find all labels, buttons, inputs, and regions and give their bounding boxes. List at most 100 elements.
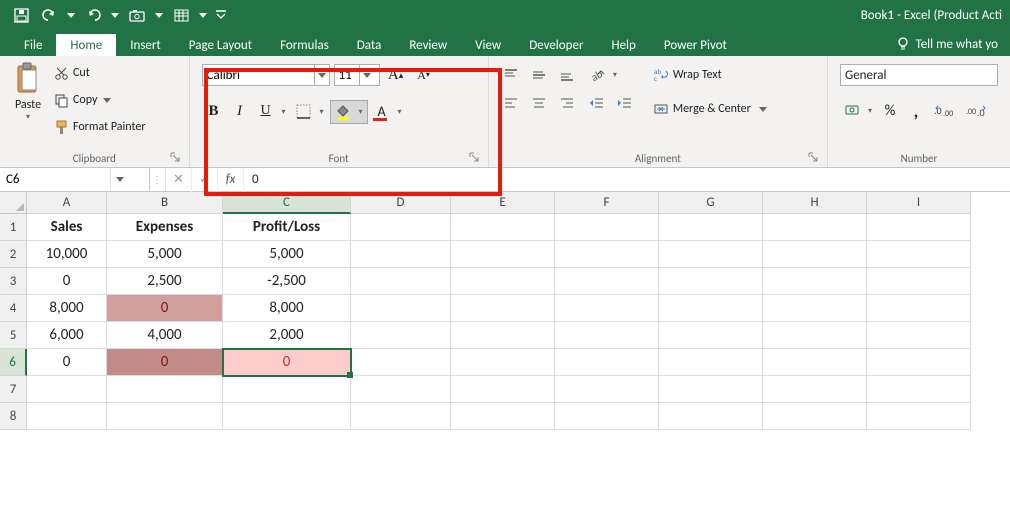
paste-button[interactable]: Paste ▾ xyxy=(6,60,50,138)
cell[interactable] xyxy=(351,295,451,322)
cell[interactable]: 8,000 xyxy=(223,295,351,322)
cell[interactable]: Profit/Loss xyxy=(223,214,351,241)
cell[interactable] xyxy=(659,268,763,295)
cell[interactable] xyxy=(451,403,555,430)
cell[interactable]: 0 xyxy=(27,349,107,376)
row-header[interactable]: 1 xyxy=(0,214,27,241)
align-bottom-icon[interactable] xyxy=(555,64,579,86)
cell[interactable] xyxy=(451,295,555,322)
row-header[interactable]: 7 xyxy=(0,376,27,403)
align-right-icon[interactable] xyxy=(555,92,579,114)
column-header[interactable]: C xyxy=(223,192,351,214)
row-header[interactable]: 4 xyxy=(0,295,27,322)
cell[interactable]: 0 xyxy=(223,349,351,376)
cell[interactable] xyxy=(659,322,763,349)
row-header[interactable]: 3 xyxy=(0,268,27,295)
cancel-icon[interactable]: ✕ xyxy=(166,168,192,192)
undo-icon[interactable] xyxy=(38,5,60,25)
clipboard-launcher-icon[interactable] xyxy=(170,152,181,163)
cell[interactable] xyxy=(555,349,659,376)
cell[interactable]: 2,000 xyxy=(223,322,351,349)
italic-button[interactable]: I xyxy=(228,100,252,122)
cell[interactable] xyxy=(555,214,659,241)
cell[interactable] xyxy=(763,241,867,268)
format-painter-button[interactable]: Format Painter xyxy=(50,116,150,138)
cell[interactable]: Sales xyxy=(27,214,107,241)
formula-input[interactable]: 0 xyxy=(244,172,1010,187)
save-icon[interactable] xyxy=(10,5,32,25)
column-header[interactable]: F xyxy=(555,192,659,214)
cell[interactable] xyxy=(223,376,351,403)
cell[interactable] xyxy=(867,241,971,268)
row-header[interactable]: 8 xyxy=(0,403,27,430)
increase-font-icon[interactable]: A▴ xyxy=(384,64,408,86)
cell[interactable] xyxy=(867,295,971,322)
row-header[interactable]: 6 xyxy=(0,349,27,376)
cell[interactable]: 2,500 xyxy=(107,268,223,295)
bold-button[interactable]: B xyxy=(202,100,226,122)
align-left-icon[interactable] xyxy=(499,92,523,114)
align-top-icon[interactable] xyxy=(499,64,523,86)
align-middle-icon[interactable] xyxy=(527,64,551,86)
font-name-input[interactable] xyxy=(203,65,315,85)
wrap-text-button[interactable]: abc Wrap Text xyxy=(647,64,773,86)
cell[interactable]: 5,000 xyxy=(223,241,351,268)
cell[interactable] xyxy=(351,376,451,403)
cell[interactable] xyxy=(451,241,555,268)
cell[interactable] xyxy=(555,295,659,322)
tab-developer[interactable]: Developer xyxy=(515,34,597,56)
cell[interactable] xyxy=(27,403,107,430)
cell[interactable]: -2,500 xyxy=(223,268,351,295)
cell[interactable] xyxy=(451,349,555,376)
column-header[interactable]: A xyxy=(27,192,107,214)
tab-view[interactable]: View xyxy=(461,34,515,56)
underline-button[interactable]: U ▾ xyxy=(254,100,290,124)
fx-icon[interactable]: fx xyxy=(218,168,244,192)
cut-button[interactable]: Cut xyxy=(50,62,150,84)
undo-dropdown-icon[interactable] xyxy=(66,5,76,25)
tab-insert[interactable]: Insert xyxy=(116,34,175,56)
tab-data[interactable]: Data xyxy=(343,34,396,56)
column-header[interactable]: H xyxy=(763,192,867,214)
name-box[interactable] xyxy=(0,168,150,191)
number-format-combo[interactable]: General xyxy=(840,64,998,86)
cell[interactable] xyxy=(867,376,971,403)
decrease-indent-icon[interactable] xyxy=(585,92,609,114)
row-header[interactable]: 2 xyxy=(0,241,27,268)
cell[interactable]: 0 xyxy=(27,268,107,295)
cell[interactable] xyxy=(107,403,223,430)
cell[interactable] xyxy=(763,295,867,322)
font-name-dropdown-icon[interactable] xyxy=(314,65,328,85)
cell[interactable] xyxy=(659,403,763,430)
font-launcher-icon[interactable] xyxy=(469,152,480,163)
cell[interactable] xyxy=(763,349,867,376)
tab-power-pivot[interactable]: Power Pivot xyxy=(650,34,741,56)
redo-icon[interactable] xyxy=(82,5,104,25)
column-header[interactable]: G xyxy=(659,192,763,214)
increase-decimal-icon[interactable]: .0.00 xyxy=(930,100,960,122)
camera-dropdown-icon[interactable] xyxy=(154,5,164,25)
comma-button[interactable]: , xyxy=(904,100,928,122)
cell[interactable] xyxy=(659,241,763,268)
decrease-font-icon[interactable]: A▾ xyxy=(412,64,436,86)
cell[interactable] xyxy=(351,268,451,295)
copy-button[interactable]: Copy xyxy=(50,89,150,111)
tell-me-box[interactable]: Tell me what yo xyxy=(884,32,1010,56)
cell[interactable] xyxy=(659,214,763,241)
cell[interactable]: Expenses xyxy=(107,214,223,241)
font-name-combo[interactable] xyxy=(202,64,330,86)
cell[interactable] xyxy=(555,241,659,268)
borders-button[interactable]: ▾ xyxy=(292,100,328,124)
font-size-combo[interactable] xyxy=(334,64,380,86)
column-header[interactable]: I xyxy=(867,192,971,214)
font-size-input[interactable] xyxy=(335,65,359,85)
alignment-launcher-icon[interactable] xyxy=(808,152,819,163)
cell[interactable] xyxy=(867,214,971,241)
font-size-dropdown-icon[interactable] xyxy=(359,65,375,85)
cell[interactable] xyxy=(867,268,971,295)
column-header[interactable]: E xyxy=(451,192,555,214)
cell[interactable] xyxy=(763,268,867,295)
cell[interactable]: 6,000 xyxy=(27,322,107,349)
qat-customize-icon[interactable] xyxy=(214,5,228,25)
cell[interactable] xyxy=(555,403,659,430)
